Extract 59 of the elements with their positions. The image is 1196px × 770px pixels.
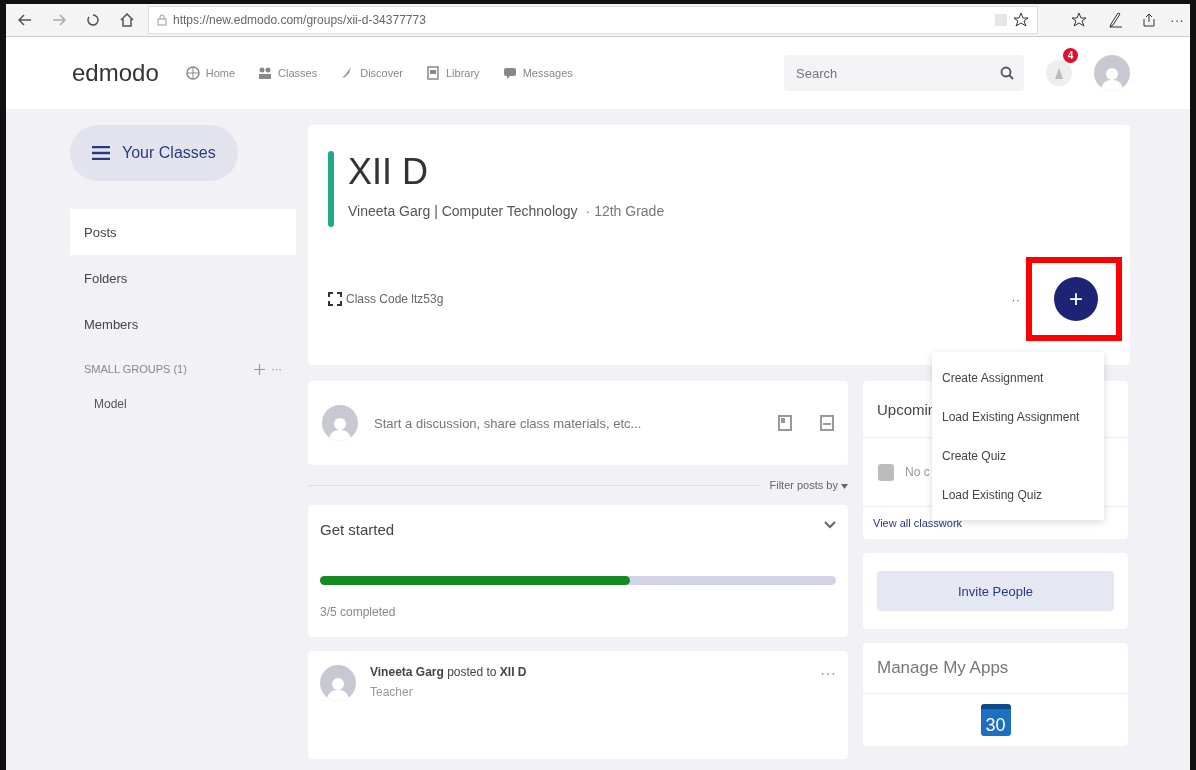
menu-item[interactable]: Create Assignment	[932, 358, 1104, 397]
sidebar-item[interactable]: Posts	[70, 209, 296, 255]
home-icon[interactable]	[120, 13, 134, 27]
filter-posts-dropdown[interactable]: Filter posts by	[769, 479, 848, 491]
add-button[interactable]: +	[1054, 277, 1098, 321]
globe-icon	[184, 65, 201, 81]
menu-item[interactable]: Load Existing Quiz	[932, 475, 1104, 514]
search-icon	[1000, 66, 1014, 80]
search-input[interactable]: Search	[794, 64, 1000, 82]
document-icon[interactable]	[820, 415, 834, 431]
pen-icon[interactable]	[1108, 12, 1122, 28]
address-bar[interactable]: https://new.edmodo.com/groups/xii-d-34377773	[148, 6, 1038, 34]
invite-people-button[interactable]: Invite People	[877, 571, 1114, 611]
caret-icon	[841, 484, 848, 489]
sidebar-item[interactable]: Folders	[70, 255, 296, 301]
refresh-icon[interactable]	[86, 13, 100, 27]
notification-badge: 4	[1063, 48, 1078, 63]
sidebar-item[interactable]: Members	[70, 301, 296, 347]
avatar	[322, 405, 358, 441]
nav-item[interactable]: Messages	[501, 65, 573, 81]
get-started-title: Get started	[320, 521, 395, 538]
class-subtitle: Vineeta Garg | Computer Technology	[348, 203, 578, 219]
group-item[interactable]: Model	[70, 391, 151, 417]
lock-icon	[157, 14, 167, 26]
people-icon	[257, 65, 274, 81]
avatar	[320, 665, 356, 701]
menu-item[interactable]: Create Quiz	[932, 436, 1104, 475]
header-more-button[interactable]: ··	[1011, 291, 1020, 307]
url-text: https://new.edmodo.com/groups/xii-d-34377773	[173, 13, 426, 27]
class-code-button[interactable]: Class Code ltz53g	[328, 292, 444, 306]
your-classes-button[interactable]: Your Classes	[70, 125, 238, 181]
chevron-down-icon[interactable]	[824, 521, 836, 529]
post-role: Teacher	[370, 685, 414, 699]
favorites-icon[interactable]	[1072, 12, 1088, 28]
search-field[interactable]: Search	[784, 55, 1024, 91]
menu-icon	[92, 146, 110, 160]
more-button[interactable]: ···	[1170, 12, 1184, 28]
menu-item[interactable]: Load Existing Assignment	[932, 397, 1104, 436]
small-groups-label: SMALL GROUPS (1)	[84, 363, 187, 375]
nav-item[interactable]: Home	[184, 65, 236, 81]
chat-icon	[501, 65, 518, 81]
book-icon	[425, 65, 441, 81]
star-icon[interactable]	[1013, 12, 1029, 28]
nav-item[interactable]: Classes	[257, 65, 318, 81]
apps-title: Manage My Apps	[877, 658, 1009, 678]
post-header: Vineeta Garg posted to XII D	[370, 665, 527, 679]
class-grade: · 12th Grade	[585, 203, 665, 219]
nav-item[interactable]: Library	[425, 65, 480, 81]
clipboard-icon	[877, 462, 895, 482]
nav-item[interactable]: Discover	[339, 65, 403, 81]
progress-text: 3/5 completed	[320, 605, 397, 619]
logo[interactable]: edmodo	[72, 59, 159, 87]
class-title: XII D	[348, 151, 429, 193]
attachment-icon[interactable]	[778, 415, 792, 431]
calendar-icon[interactable]: 30	[980, 704, 1011, 736]
upcoming-empty-text: No c	[905, 465, 930, 479]
expand-icon	[328, 292, 342, 306]
back-icon[interactable]	[18, 14, 32, 26]
share-icon[interactable]	[1142, 13, 1156, 27]
